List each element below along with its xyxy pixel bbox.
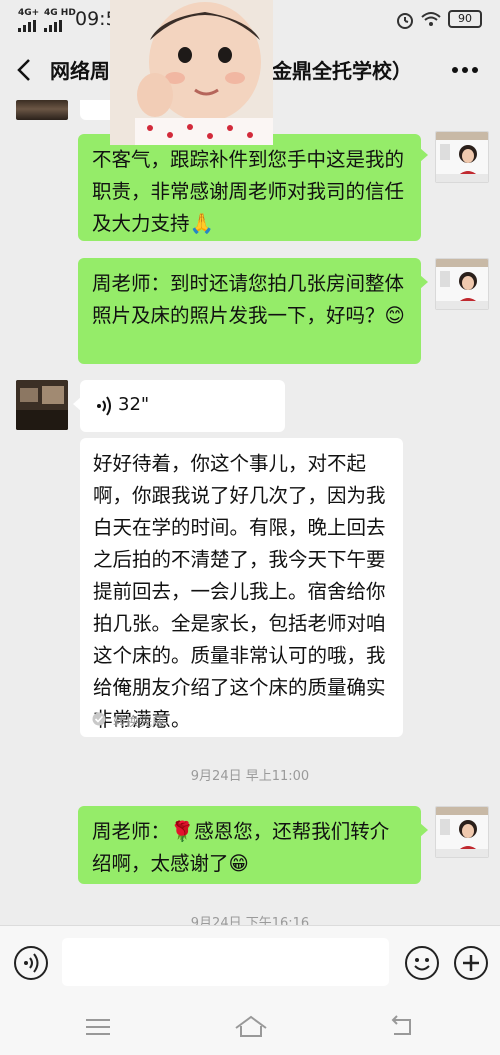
voice-transcript-text: 好好待着，你这个事儿，对不起啊，你跟我说了好几次了，因为我白天在学的时间。有限，… bbox=[93, 452, 386, 731]
avatar-user-partial[interactable] bbox=[16, 100, 68, 120]
more-icon[interactable] bbox=[452, 66, 478, 74]
voice-transcript-bubble[interactable]: 好好待着，你这个事儿，对不起啊，你跟我说了好几次了，因为我白天在学的时间。有限，… bbox=[80, 438, 403, 737]
back-icon[interactable] bbox=[388, 1014, 414, 1038]
plus-button[interactable] bbox=[454, 946, 488, 980]
message-bubble-sent-2[interactable]: 周老师：到时还请您拍几张房间整体照片及床的照片发我一下，好吗？😊 bbox=[78, 258, 421, 364]
bubble-tail bbox=[420, 275, 428, 289]
avatar-agent[interactable] bbox=[435, 258, 489, 310]
voice-input-button[interactable] bbox=[14, 946, 48, 980]
emoji-button[interactable] bbox=[405, 946, 439, 980]
avatar-user[interactable] bbox=[16, 380, 68, 430]
avatar-agent[interactable] bbox=[435, 806, 489, 858]
bubble-tail bbox=[420, 823, 428, 837]
menu-icon[interactable] bbox=[86, 1018, 110, 1036]
transcript-status: 转换完成 bbox=[113, 715, 166, 730]
signal-bars-icon bbox=[18, 20, 36, 32]
baby-photo-image bbox=[110, 0, 273, 145]
overlay-photo bbox=[110, 0, 273, 145]
plus-icon bbox=[463, 955, 479, 971]
agent-avatar-image bbox=[436, 259, 488, 309]
system-nav-bar bbox=[0, 1000, 500, 1055]
voice-icon bbox=[24, 953, 39, 973]
message-input[interactable] bbox=[62, 938, 389, 986]
voice-duration: 32" bbox=[118, 394, 150, 415]
voice-message-bubble[interactable]: 32" bbox=[80, 380, 285, 432]
voice-playback-icon bbox=[97, 396, 111, 416]
chat-title-left: 网络周 bbox=[50, 59, 110, 83]
user-avatar-image bbox=[16, 380, 68, 430]
emoji-icon bbox=[414, 958, 430, 971]
message-bubble-sent-3[interactable]: 周老师：🌹感恩您，还帮我们转介绍啊，太感谢了😁 bbox=[78, 806, 421, 884]
timestamp: 9月24日 早上11:00 bbox=[190, 769, 310, 784]
signal-label-2: 4G HD bbox=[44, 8, 76, 18]
alarm-icon bbox=[397, 13, 413, 29]
signal-bars-icon-2 bbox=[44, 20, 62, 32]
avatar-agent[interactable] bbox=[435, 131, 489, 183]
agent-avatar-image bbox=[436, 807, 488, 857]
agent-avatar-image bbox=[436, 132, 488, 182]
check-circle-icon bbox=[92, 712, 106, 726]
input-bar bbox=[0, 925, 500, 1001]
back-arrow-icon[interactable] bbox=[16, 58, 32, 82]
chat-title-right: 金鼎全托学校） bbox=[272, 59, 412, 83]
bubble-tail bbox=[420, 148, 428, 162]
signal-label-1: 4G+ bbox=[18, 8, 40, 18]
home-icon[interactable] bbox=[234, 1014, 268, 1038]
message-bubble-sent-1[interactable]: 不客气，跟踪补件到您手中这是我的职责，非常感谢周老师对我司的信任及大力支持🙏 bbox=[78, 134, 421, 241]
battery-indicator: 90 bbox=[448, 10, 482, 28]
wifi-icon bbox=[421, 12, 441, 26]
